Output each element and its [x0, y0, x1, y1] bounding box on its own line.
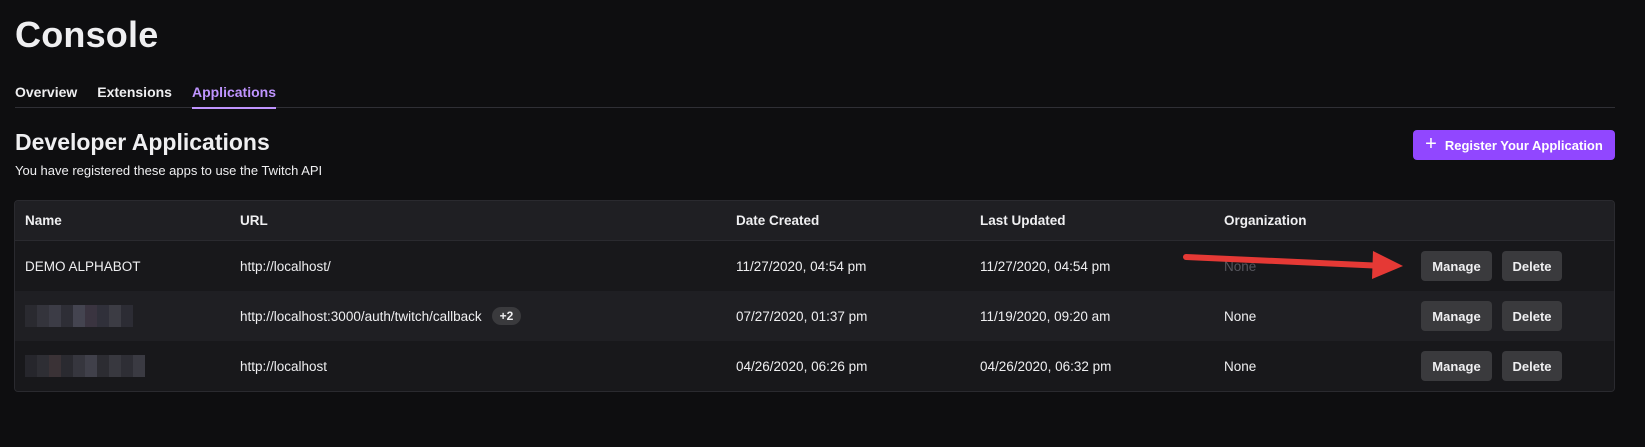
organization: None	[1224, 308, 1257, 324]
tab-extensions[interactable]: Extensions	[97, 84, 172, 108]
last-updated: 11/27/2020, 04:54 pm	[980, 258, 1111, 274]
tab-applications[interactable]: Applications	[191, 84, 276, 109]
app-name-redacted	[25, 291, 133, 341]
manage-button[interactable]: Manage	[1421, 351, 1492, 381]
row-actions: Manage Delete	[1421, 291, 1562, 341]
delete-button[interactable]: Delete	[1502, 301, 1562, 331]
page-title: Console	[15, 14, 159, 55]
row-actions: Manage Delete	[1421, 341, 1562, 391]
app-url: http://localhost	[240, 358, 328, 374]
organization: None	[1224, 258, 1257, 274]
register-application-button[interactable]: + Register Your Application	[1413, 130, 1615, 160]
table-row: http://localhost:3000/auth/twitch/callba…	[15, 291, 1614, 341]
manage-button[interactable]: Manage	[1421, 251, 1492, 281]
section-subtitle: You have registered these apps to use th…	[15, 163, 323, 178]
tab-bar: Overview Extensions Applications	[15, 84, 1615, 109]
section-title: Developer Applications	[15, 129, 270, 155]
table-header: Name URL Date Created Last Updated Organ…	[15, 201, 1614, 241]
table-row: DEMO ALPHABOT http://localhost/ 11/27/20…	[15, 241, 1614, 291]
manage-button[interactable]: Manage	[1421, 301, 1492, 331]
applications-table: Name URL Date Created Last Updated Organ…	[14, 200, 1615, 392]
date-created: 07/27/2020, 01:37 pm	[736, 308, 868, 324]
app-url-text: http://localhost:3000/auth/twitch/callba…	[240, 308, 482, 324]
date-created: 11/27/2020, 04:54 pm	[736, 258, 867, 274]
delete-button[interactable]: Delete	[1502, 351, 1562, 381]
header-date-created: Date Created	[736, 213, 820, 228]
header-url: URL	[240, 213, 268, 228]
header-last-updated: Last Updated	[980, 213, 1066, 228]
table-row: http://localhost 04/26/2020, 06:26 pm 04…	[15, 341, 1614, 391]
header-name: Name	[25, 213, 62, 228]
redacted-name-blur	[25, 305, 133, 327]
url-count-badge[interactable]: +2	[491, 307, 522, 325]
plus-icon: +	[1425, 133, 1437, 155]
app-url: http://localhost:3000/auth/twitch/callba…	[240, 291, 522, 341]
tab-overview[interactable]: Overview	[15, 84, 77, 108]
delete-button[interactable]: Delete	[1502, 251, 1562, 281]
last-updated: 11/19/2020, 09:20 am	[980, 308, 1111, 324]
register-button-label: Register Your Application	[1444, 137, 1603, 153]
app-url: http://localhost/	[240, 258, 331, 274]
header-organization: Organization	[1224, 213, 1307, 228]
app-name-redacted	[25, 341, 145, 391]
date-created: 04/26/2020, 06:26 pm	[736, 358, 868, 374]
redacted-name-blur	[25, 355, 145, 377]
organization: None	[1224, 358, 1257, 374]
row-actions: Manage Delete	[1421, 241, 1562, 291]
last-updated: 04/26/2020, 06:32 pm	[980, 358, 1112, 374]
app-name: DEMO ALPHABOT	[25, 258, 141, 274]
